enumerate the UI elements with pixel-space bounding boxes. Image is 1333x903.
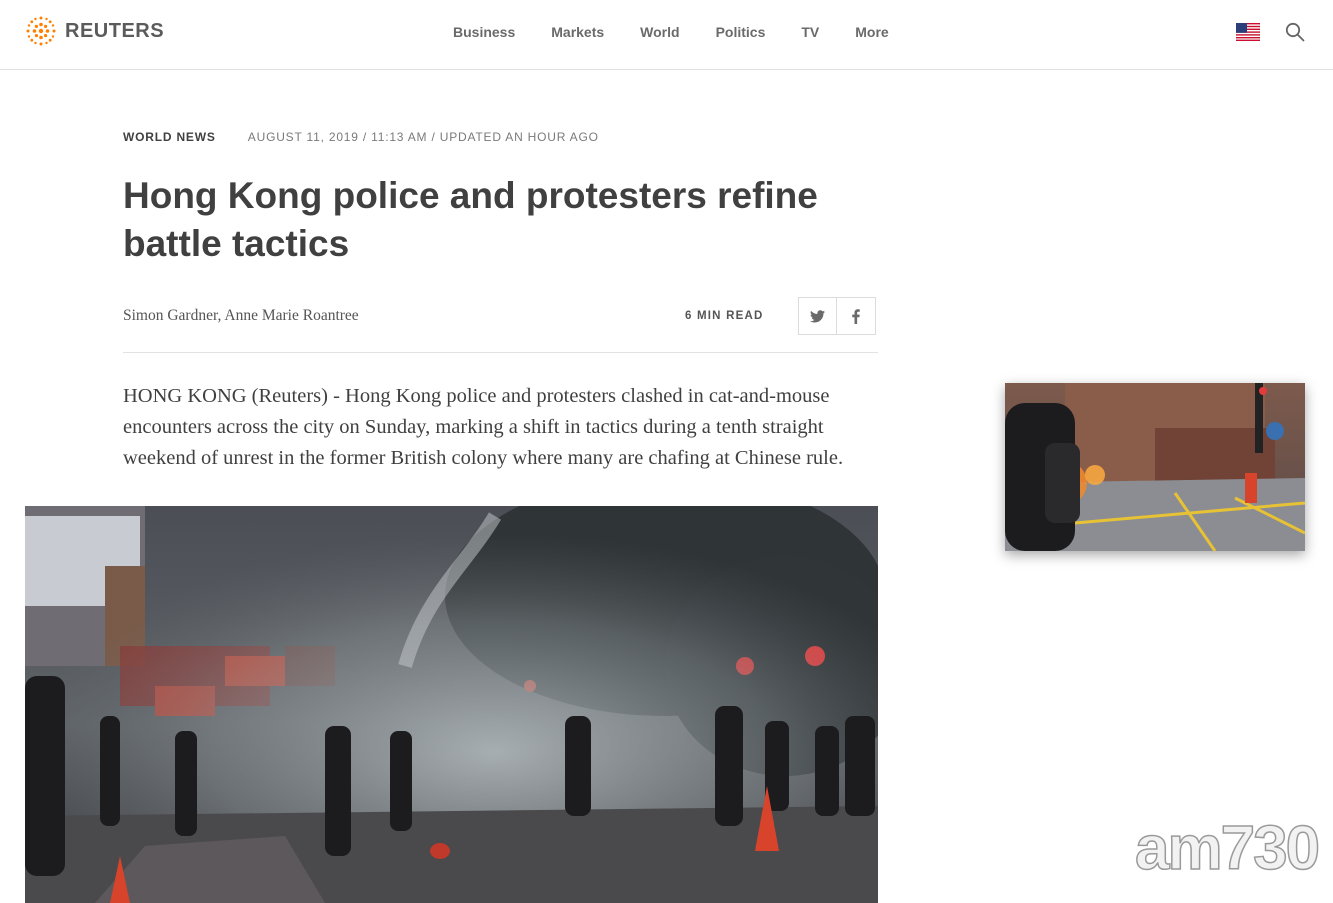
site-header: REUTERS Business Markets World Politics … [0, 0, 1333, 70]
share-buttons [798, 297, 876, 335]
am730-watermark: am730 [1134, 814, 1321, 883]
floating-video-player[interactable] [1005, 383, 1305, 551]
logo-text: REUTERS [65, 19, 165, 42]
nav-world[interactable]: World [640, 24, 679, 40]
read-time: 6 MIN READ [685, 310, 764, 322]
twitter-icon [810, 309, 825, 322]
twitter-share-button[interactable] [798, 297, 837, 335]
article-hero-image[interactable] [25, 506, 878, 903]
nav-markets[interactable]: Markets [551, 24, 604, 40]
video-thumbnail [1005, 383, 1305, 551]
article-meta: WORLD NEWS AUGUST 11, 2019 / 11:13 AM / … [123, 130, 599, 144]
nav-tv[interactable]: TV [801, 24, 819, 40]
divider [123, 352, 878, 353]
nav-more[interactable]: More [855, 24, 888, 40]
nav-business[interactable]: Business [453, 24, 515, 40]
facebook-share-button[interactable] [837, 297, 876, 335]
article-lead: HONG KONG (Reuters) - Hong Kong police a… [123, 385, 844, 469]
article-title: Hong Kong police and protesters refine b… [123, 175, 818, 264]
nav-politics[interactable]: Politics [716, 24, 766, 40]
article-timestamp: AUGUST 11, 2019 / 11:13 AM / UPDATED AN … [247, 130, 599, 144]
main-nav: Business Markets World Politics TV More [453, 24, 925, 40]
search-icon[interactable] [1285, 22, 1305, 42]
reuters-logo-icon [26, 16, 56, 46]
section-label[interactable]: WORLD NEWS [123, 130, 216, 144]
protest-photo [25, 506, 878, 903]
reuters-logo[interactable]: REUTERS [24, 14, 164, 48]
facebook-icon [852, 308, 860, 324]
us-flag-icon[interactable] [1236, 23, 1260, 41]
article-byline: Simon Gardner, Anne Marie Roantree [123, 307, 359, 324]
